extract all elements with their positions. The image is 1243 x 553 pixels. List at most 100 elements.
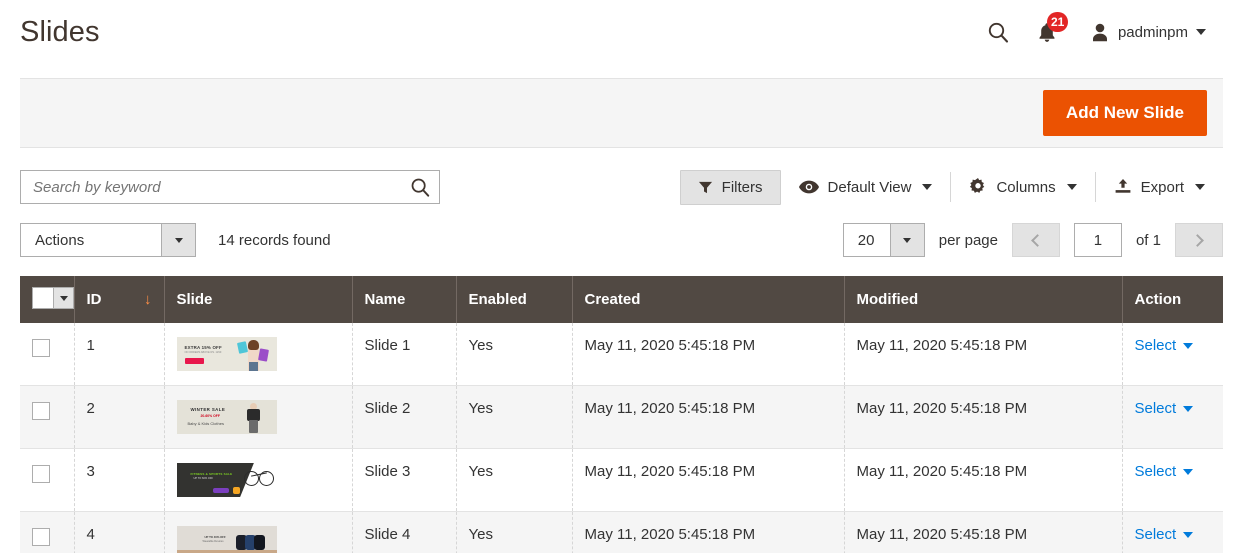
mass-actions-label: Actions bbox=[35, 231, 85, 249]
chevron-down-icon bbox=[1196, 29, 1206, 35]
chevron-right-icon bbox=[1191, 233, 1204, 247]
export-dropdown[interactable]: Export bbox=[1096, 172, 1223, 202]
search-icon[interactable] bbox=[409, 176, 431, 198]
next-page-button[interactable] bbox=[1175, 223, 1223, 257]
chevron-down-icon bbox=[1183, 405, 1194, 412]
page-number-input[interactable] bbox=[1073, 223, 1122, 257]
chevron-down-icon bbox=[922, 184, 933, 190]
select-all-dropdown[interactable] bbox=[32, 287, 74, 309]
cell-action[interactable]: Select bbox=[1122, 448, 1223, 512]
cell-slide-thumbnail: UP TO 40% OFF Wearable Devices bbox=[164, 511, 353, 553]
row-action-select[interactable]: Select bbox=[1135, 400, 1194, 417]
row-select-cell[interactable] bbox=[20, 448, 75, 512]
per-page-label: per page bbox=[938, 231, 998, 249]
table-row[interactable]: 2 WINTER SALE 20-60% OFF Baby & Kids Clo… bbox=[20, 385, 1223, 449]
cell-modified: May 11, 2020 5:45:18 PM bbox=[844, 511, 1123, 553]
cell-enabled: Yes bbox=[456, 511, 573, 553]
row-action-select[interactable]: Select bbox=[1135, 337, 1194, 354]
cell-id: 4 bbox=[74, 511, 165, 553]
per-page-dropdown[interactable]: 20 bbox=[842, 223, 925, 257]
table-row[interactable]: 1 EXTRA 15% OFF ON ORDERS ABOVE RS. 1299… bbox=[20, 323, 1223, 386]
select-all-checkbox[interactable] bbox=[33, 288, 53, 308]
bicycle-wheel bbox=[243, 471, 259, 486]
filters-button[interactable]: Filters bbox=[679, 169, 781, 205]
column-header-modified[interactable]: Modified bbox=[844, 276, 1123, 323]
cell-created: May 11, 2020 5:45:18 PM bbox=[572, 511, 845, 553]
cell-action[interactable]: Select bbox=[1122, 511, 1223, 553]
cell-slide-thumbnail: FITNESS & SPORTS SALE UP TO 60% OFF bbox=[164, 448, 353, 512]
cell-created: May 11, 2020 5:45:18 PM bbox=[572, 385, 845, 449]
chevron-down-icon bbox=[1066, 184, 1077, 190]
model-hair bbox=[247, 340, 259, 350]
row-select-cell[interactable] bbox=[20, 511, 75, 553]
thumb-headline: UP TO 40% OFF bbox=[204, 535, 226, 539]
mass-actions-dropdown[interactable]: Actions bbox=[20, 223, 196, 257]
column-header-slide[interactable]: Slide bbox=[164, 276, 353, 323]
grid-subtoolbar: Actions 14 records found 20 per page of … bbox=[20, 223, 1223, 257]
toolbar-right: Filters Default View Columns Export bbox=[679, 168, 1223, 206]
row-action-select[interactable]: Select bbox=[1135, 463, 1194, 480]
cell-name: Slide 3 bbox=[352, 448, 457, 512]
columns-dropdown[interactable]: Columns bbox=[951, 172, 1094, 202]
column-header-select-all[interactable] bbox=[20, 276, 75, 323]
thumb-subtext: Baby & Kids Clothes bbox=[187, 421, 224, 426]
row-action-label: Select bbox=[1134, 463, 1177, 480]
row-checkbox[interactable] bbox=[32, 528, 50, 546]
filters-label: Filters bbox=[721, 178, 763, 196]
row-action-select[interactable]: Select bbox=[1135, 526, 1194, 543]
thumb-cta bbox=[184, 358, 204, 364]
keyword-search[interactable] bbox=[20, 170, 440, 204]
notifications-badge: 21 bbox=[1046, 11, 1069, 32]
row-select-cell[interactable] bbox=[20, 323, 75, 386]
cell-action[interactable]: Select bbox=[1122, 385, 1223, 449]
per-page-value: 20 bbox=[857, 231, 875, 249]
row-checkbox[interactable] bbox=[32, 465, 50, 483]
notifications-button[interactable]: 21 bbox=[1036, 11, 1069, 44]
cell-id: 1 bbox=[74, 323, 165, 386]
cell-enabled: Yes bbox=[456, 323, 573, 386]
page-total-label: of 1 bbox=[1135, 231, 1161, 249]
user-menu[interactable]: padminpm bbox=[1090, 22, 1206, 43]
cell-slide-thumbnail: WINTER SALE 20-60% OFF Baby & Kids Cloth… bbox=[164, 385, 353, 449]
default-view-dropdown[interactable]: Default View bbox=[781, 172, 951, 202]
upload-icon bbox=[1115, 179, 1131, 193]
columns-label: Columns bbox=[996, 178, 1056, 196]
cell-enabled: Yes bbox=[456, 385, 573, 449]
row-select-cell[interactable] bbox=[20, 385, 75, 449]
column-label-id: ID bbox=[86, 291, 102, 308]
column-header-enabled[interactable]: Enabled bbox=[456, 276, 573, 323]
chevron-down-icon[interactable] bbox=[53, 288, 73, 308]
shopping-bag-icon bbox=[236, 341, 248, 354]
chevron-down-icon[interactable] bbox=[889, 224, 924, 256]
table-row[interactable]: 4 UP TO 40% OFF Wearable Devices Slide 4… bbox=[20, 511, 1223, 553]
search-icon[interactable] bbox=[986, 20, 1010, 44]
gear-icon bbox=[970, 178, 985, 193]
table-row[interactable]: 3 FITNESS & SPORTS SALE UP TO 60% OFF Sl… bbox=[20, 448, 1223, 512]
cell-enabled: Yes bbox=[456, 448, 573, 512]
child-legs bbox=[248, 420, 258, 433]
user-icon bbox=[1092, 23, 1107, 41]
grid-toolbar: Filters Default View Columns bbox=[20, 168, 1223, 206]
thumb-headline: EXTRA 15% OFF bbox=[184, 345, 222, 350]
thumb-subtext: UP TO 60% OFF bbox=[193, 477, 214, 480]
row-checkbox[interactable] bbox=[32, 339, 50, 357]
row-action-label: Select bbox=[1134, 400, 1177, 417]
slide-thumbnail-image: WINTER SALE 20-60% OFF Baby & Kids Cloth… bbox=[176, 400, 277, 434]
cell-action[interactable]: Select bbox=[1122, 323, 1223, 386]
column-header-name[interactable]: Name bbox=[352, 276, 457, 323]
page-actions-bar: Add New Slide bbox=[20, 78, 1223, 148]
chevron-down-icon bbox=[1183, 531, 1194, 538]
add-new-slide-button[interactable]: Add New Slide bbox=[1042, 90, 1207, 136]
row-checkbox[interactable] bbox=[32, 402, 50, 420]
thumb-discount: 20-60% OFF bbox=[200, 414, 220, 418]
search-input[interactable] bbox=[21, 171, 439, 203]
slides-grid: ID ↓ Slide Name Enabled Created Modified… bbox=[20, 276, 1223, 553]
previous-page-button[interactable] bbox=[1011, 223, 1060, 257]
thumb-headline: FITNESS & SPORTS SALE bbox=[190, 472, 233, 476]
column-header-id[interactable]: ID ↓ bbox=[74, 276, 165, 323]
chevron-down-icon[interactable] bbox=[161, 224, 195, 256]
column-header-created[interactable]: Created bbox=[572, 276, 845, 323]
column-header-action: Action bbox=[1122, 276, 1223, 323]
cell-name: Slide 1 bbox=[352, 323, 457, 386]
chevron-left-icon bbox=[1031, 233, 1044, 247]
